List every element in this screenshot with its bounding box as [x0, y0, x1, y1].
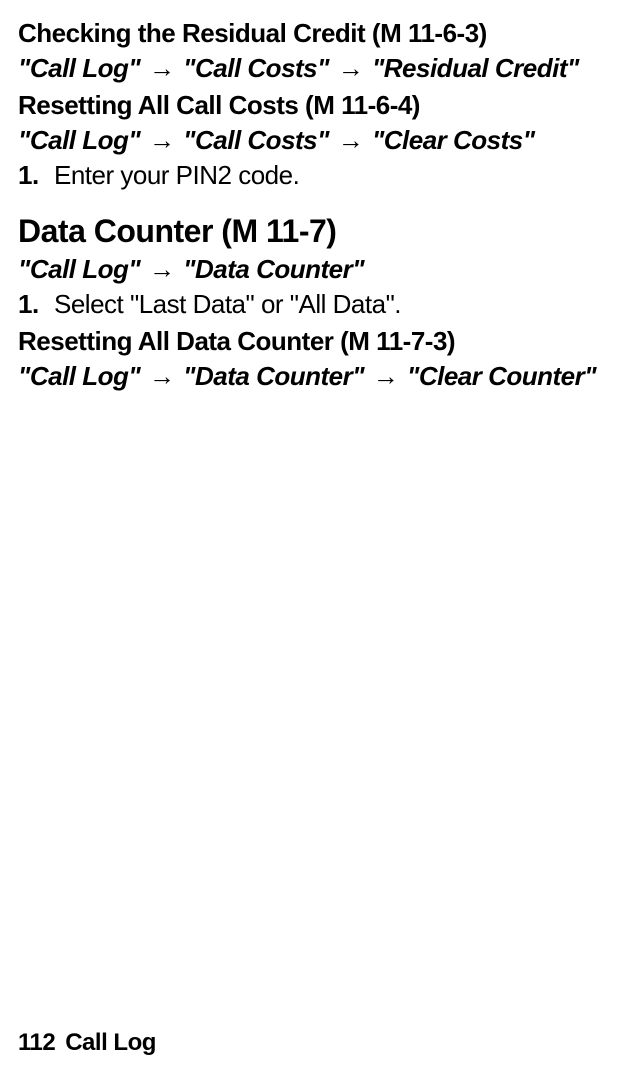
step-number: 1.	[18, 160, 54, 191]
footer-title: Call Log	[65, 1029, 156, 1056]
path-part: "Residual Credit"	[372, 53, 579, 83]
heading-text: Resetting All Call Costs	[18, 90, 305, 120]
nav-path: "Call Log" → "Data Counter"	[18, 254, 611, 285]
path-part: "Clear Counter"	[407, 361, 596, 391]
nav-path: "Call Log" → "Call Costs" → "Clear Costs…	[18, 125, 611, 156]
menu-code: (M 11-7)	[221, 213, 336, 249]
arrow-icon: →	[140, 53, 183, 83]
main-heading: Data Counter (M 11-7)	[18, 213, 611, 250]
path-part: "Call Log"	[18, 254, 140, 284]
step-item: 1.Select "Last Data" or "All Data".	[18, 289, 611, 320]
nav-path: "Call Log" → "Data Counter" → "Clear Cou…	[18, 361, 611, 392]
step-text: Enter your PIN2 code.	[54, 160, 299, 190]
sub-heading: Checking the Residual Credit (M 11-6-3)	[18, 18, 611, 49]
path-part: "Call Costs"	[183, 125, 329, 155]
page-footer: 112 Call Log	[18, 1029, 156, 1057]
arrow-icon: →	[329, 125, 372, 155]
path-part: "Data Counter"	[183, 254, 364, 284]
nav-path: "Call Log" → "Call Costs" → "Residual Cr…	[18, 53, 611, 84]
path-part: "Call Costs"	[183, 53, 329, 83]
path-part: "Call Log"	[18, 125, 140, 155]
sub-heading: Resetting All Call Costs (M 11-6-4)	[18, 90, 611, 121]
heading-text: Checking the Residual Credit	[18, 18, 372, 48]
step-number: 1.	[18, 289, 54, 320]
step-text: Select "Last Data" or "All Data".	[54, 289, 401, 319]
arrow-icon: →	[140, 254, 183, 284]
arrow-icon: →	[140, 361, 183, 391]
page-number: 112	[18, 1029, 55, 1056]
section-residual-credit: Checking the Residual Credit (M 11-6-3) …	[18, 18, 611, 84]
menu-code: (M 11-6-4)	[305, 90, 420, 120]
heading-text: Data Counter	[18, 213, 221, 249]
sub-heading: Resetting All Data Counter (M 11-7-3)	[18, 326, 611, 357]
arrow-icon: →	[329, 53, 372, 83]
heading-text: Resetting All Data Counter	[18, 326, 340, 356]
path-part: "Call Log"	[18, 53, 140, 83]
path-part: "Data Counter"	[183, 361, 364, 391]
arrow-icon: →	[140, 125, 183, 155]
menu-code: (M 11-7-3)	[340, 326, 455, 356]
arrow-icon: →	[364, 361, 407, 391]
path-part: "Clear Costs"	[372, 125, 535, 155]
section-reset-data-counter: Resetting All Data Counter (M 11-7-3) "C…	[18, 326, 611, 392]
step-item: 1.Enter your PIN2 code.	[18, 160, 611, 191]
path-part: "Call Log"	[18, 361, 140, 391]
menu-code: (M 11-6-3)	[372, 18, 487, 48]
section-reset-call-costs: Resetting All Call Costs (M 11-6-4) "Cal…	[18, 90, 611, 191]
section-data-counter: Data Counter (M 11-7) "Call Log" → "Data…	[18, 213, 611, 320]
